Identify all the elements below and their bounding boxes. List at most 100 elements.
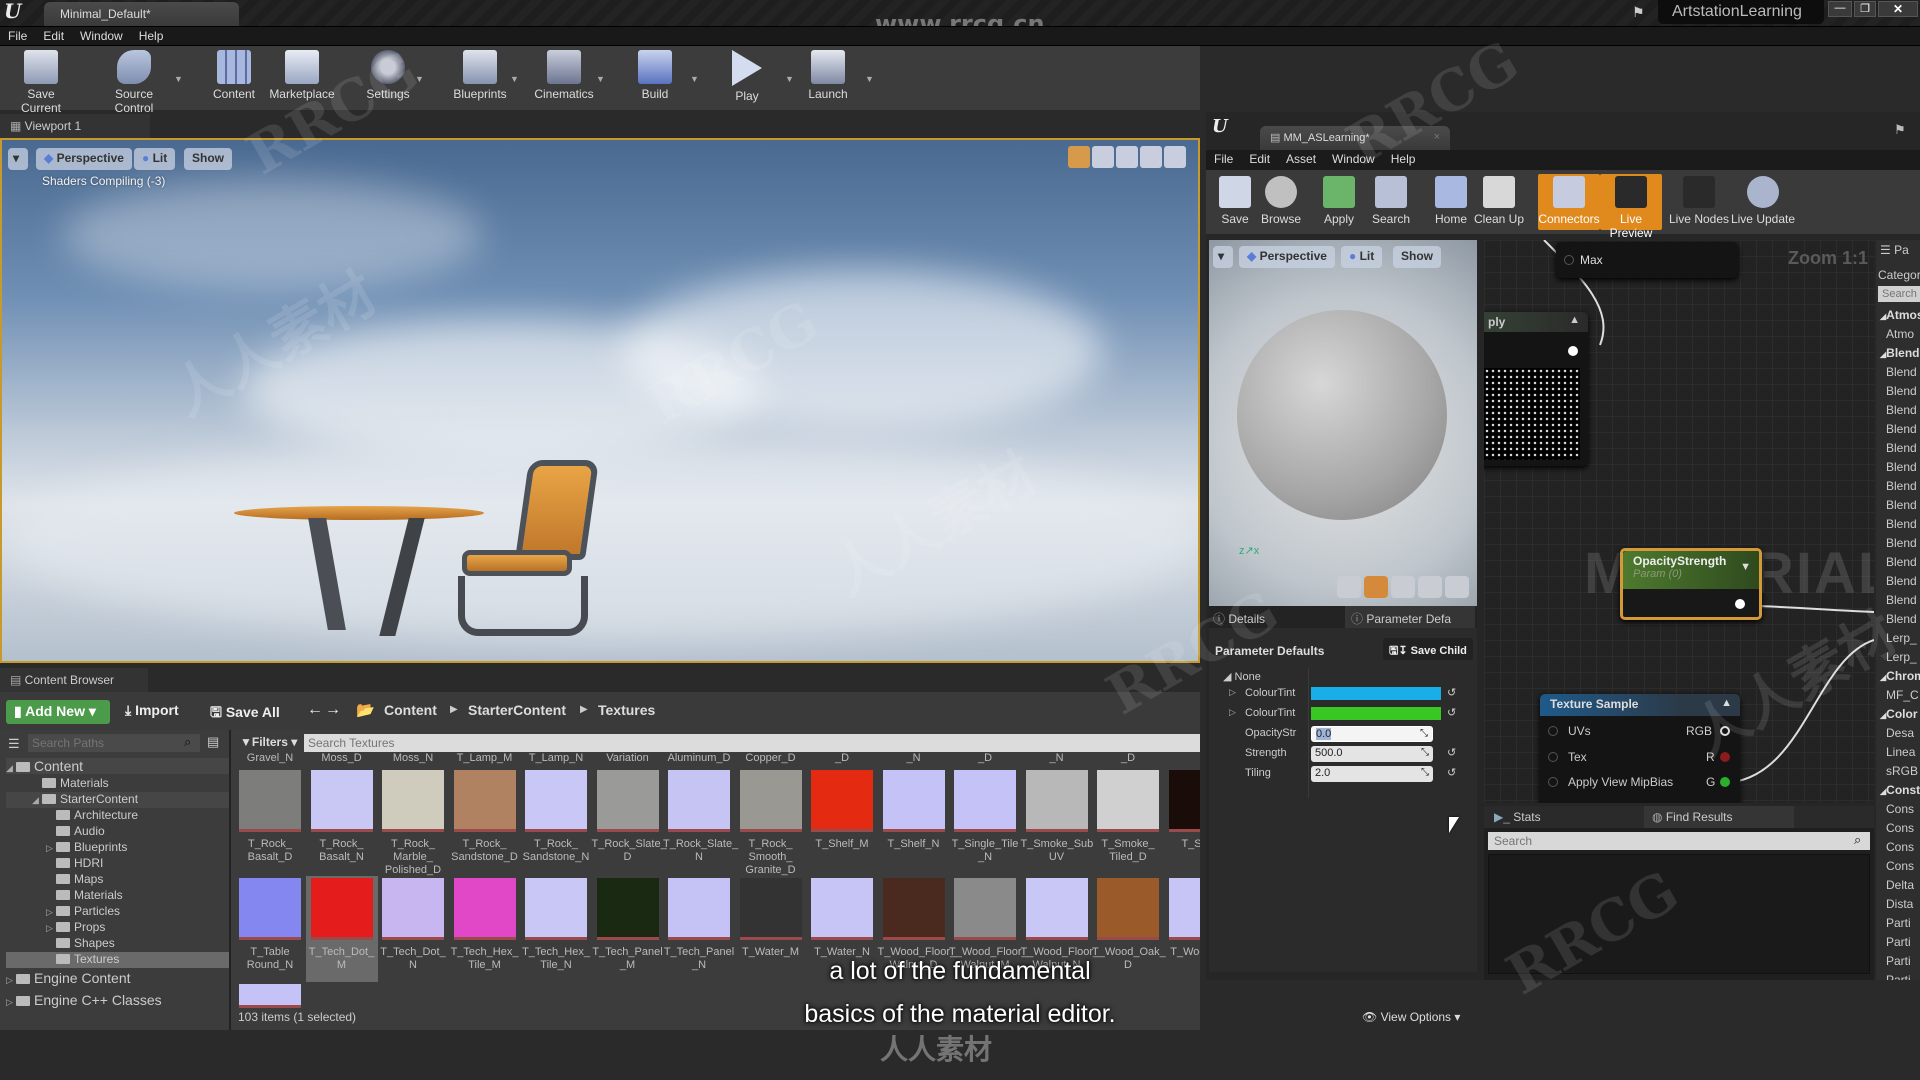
apply-button[interactable]: Apply bbox=[1312, 174, 1366, 230]
drag-handle-icon[interactable]: ⤡ bbox=[1420, 728, 1428, 739]
source-control-dropdown-icon[interactable]: ▼ bbox=[174, 74, 183, 84]
path-view-options-icon[interactable]: ▤ bbox=[207, 734, 219, 750]
breadcrumb-content[interactable]: Content bbox=[384, 702, 437, 718]
palette-item[interactable]: Blend bbox=[1886, 574, 1917, 588]
cube-shape-icon[interactable] bbox=[1418, 576, 1442, 598]
breadcrumb-textures[interactable]: Textures bbox=[598, 702, 655, 718]
collapse-icon[interactable]: ▲ bbox=[1721, 697, 1732, 709]
menu-file[interactable]: File bbox=[0, 27, 35, 45]
palette-item[interactable]: Blend bbox=[1886, 384, 1917, 398]
material-asset-tab[interactable]: ▤ MM_ASLearning* × bbox=[1260, 126, 1450, 150]
palette-item[interactable]: Blend bbox=[1886, 365, 1917, 379]
menu-help[interactable]: Help bbox=[131, 27, 172, 45]
folder-startercontent[interactable]: ◢ StarterContent bbox=[6, 792, 231, 808]
build-button[interactable]: Build bbox=[620, 50, 690, 101]
palette-item[interactable]: Blend bbox=[1886, 441, 1917, 455]
search-paths-input[interactable] bbox=[28, 734, 200, 752]
asset-tile[interactable]: T_Shelf_M bbox=[806, 768, 878, 874]
palette-item[interactable]: Blend bbox=[1886, 403, 1917, 417]
expand-icon[interactable]: ▼ bbox=[1740, 561, 1751, 573]
asset-tile[interactable]: T_Rock_ Marble_ Polished_D bbox=[377, 768, 449, 876]
output-pin-g[interactable] bbox=[1720, 777, 1730, 787]
content-browser-tab[interactable]: ▤ Content Browser bbox=[0, 668, 148, 692]
preview-show-button[interactable]: Show bbox=[1393, 246, 1441, 268]
palette-item[interactable]: Cons bbox=[1886, 859, 1914, 873]
connectors-button[interactable]: Connectors bbox=[1538, 174, 1600, 230]
palette-search-input[interactable] bbox=[1878, 286, 1920, 302]
palette-item[interactable]: Atmo bbox=[1886, 327, 1914, 341]
world-local-icon[interactable] bbox=[1140, 146, 1162, 168]
palette-item[interactable]: Blend bbox=[1886, 498, 1917, 512]
me-menu-edit[interactable]: Edit bbox=[1241, 150, 1278, 168]
palette-category[interactable]: ◢Chrom bbox=[1880, 669, 1920, 683]
tab-close-icon[interactable]: × bbox=[1434, 131, 1440, 143]
palette-item[interactable]: Delta bbox=[1886, 878, 1914, 892]
folder-architecture[interactable]: Architecture bbox=[6, 808, 231, 824]
opacity-strength-node[interactable]: OpacityStrength Param (0) ▼ bbox=[1620, 548, 1762, 620]
close-button[interactable]: ✕ bbox=[1878, 1, 1918, 17]
asset-tile[interactable]: T_Rock_ Smooth_ Granite_D bbox=[735, 768, 807, 876]
palette-item[interactable]: Lerp_ bbox=[1886, 650, 1917, 664]
palette-item[interactable]: sRGB bbox=[1886, 764, 1918, 778]
palette-item[interactable]: Blend bbox=[1886, 422, 1917, 436]
folder-props[interactable]: ▷ Props bbox=[6, 920, 231, 936]
folder-blueprints[interactable]: ▷ Blueprints bbox=[6, 840, 231, 856]
expanded-arrow-icon[interactable]: ◢ bbox=[6, 763, 16, 774]
collapsed-arrow-icon[interactable]: ▷ bbox=[46, 923, 56, 934]
palette-item[interactable]: Lerp_ bbox=[1886, 631, 1917, 645]
output-pin[interactable] bbox=[1568, 346, 1578, 356]
blueprints-dropdown-icon[interactable]: ▼ bbox=[510, 74, 519, 84]
viewport-perspective-button[interactable]: ◆ Perspective bbox=[36, 148, 132, 170]
reset-to-default-icon[interactable]: ↺ bbox=[1447, 766, 1456, 779]
folder-maps[interactable]: Maps bbox=[6, 872, 231, 888]
palette-category[interactable]: ◢Const bbox=[1880, 783, 1920, 797]
param-group-none[interactable]: ◢ None bbox=[1223, 670, 1261, 683]
asset-tile[interactable]: T_Single_Tile _N bbox=[949, 768, 1021, 874]
filters-button[interactable]: ▼Filters ▾ bbox=[240, 735, 297, 749]
me-menu-help[interactable]: Help bbox=[1383, 150, 1424, 168]
cylinder-shape-icon[interactable] bbox=[1337, 576, 1361, 598]
content-button[interactable]: Content bbox=[199, 50, 269, 101]
me-menu-window[interactable]: Window bbox=[1324, 150, 1383, 168]
settings-button[interactable]: Settings bbox=[353, 50, 423, 101]
find-results-tab[interactable]: ◍ Find Results bbox=[1644, 806, 1794, 828]
launch-dropdown-icon[interactable]: ▼ bbox=[865, 74, 874, 84]
collapsed-arrow-icon[interactable]: ▷ bbox=[46, 843, 56, 854]
restore-button[interactable]: ❐ bbox=[1854, 1, 1876, 17]
menu-window[interactable]: Window bbox=[72, 27, 131, 45]
live-update-button[interactable]: Live Update bbox=[1730, 174, 1796, 230]
material-graph[interactable]: Zoom 1:1 MATERIAL Max ply▲ OpacityStreng… bbox=[1484, 240, 1874, 803]
collapsed-arrow-icon[interactable]: ▷ bbox=[46, 907, 56, 918]
viewport-show-button[interactable]: Show bbox=[184, 148, 232, 170]
drag-handle-icon[interactable]: ⤡ bbox=[1421, 747, 1429, 758]
input-pin-uvs[interactable] bbox=[1548, 726, 1558, 736]
collapse-icon[interactable]: ▲ bbox=[1569, 314, 1580, 326]
reset-to-default-icon[interactable]: ↺ bbox=[1447, 686, 1456, 699]
me-menu-asset[interactable]: Asset bbox=[1278, 150, 1324, 168]
folder-content[interactable]: ◢ Content bbox=[6, 758, 231, 774]
asset-tile[interactable]: T_Rock_ Sandstone_N bbox=[520, 768, 592, 874]
asset-tile[interactable]: T_Rock_Slate_ D bbox=[592, 768, 667, 874]
expanded-arrow-icon[interactable]: ◢ bbox=[32, 795, 42, 806]
asset-tile[interactable]: T_Smoke_Sub UV bbox=[1021, 768, 1093, 874]
palette-item[interactable]: Linea bbox=[1886, 745, 1915, 759]
palette-item[interactable]: MF_C bbox=[1886, 688, 1919, 702]
viewport-tab[interactable]: ▦ Viewport 1 bbox=[0, 114, 150, 138]
marketplace-button[interactable]: Marketplace bbox=[266, 50, 338, 101]
launch-button[interactable]: Launch bbox=[793, 50, 863, 101]
custom-mesh-icon[interactable] bbox=[1445, 576, 1469, 598]
output-pin-rgb[interactable] bbox=[1720, 726, 1730, 736]
expand-arrow-icon[interactable]: ▷ bbox=[1229, 707, 1236, 718]
input-pin-tex[interactable] bbox=[1548, 752, 1558, 762]
preview-options-dropdown[interactable]: ▾ bbox=[1213, 246, 1233, 268]
viewport-options-dropdown[interactable]: ▾ bbox=[8, 148, 28, 170]
details-tab[interactable]: ⓘ Details bbox=[1213, 610, 1265, 627]
source-control-button[interactable]: Source Control bbox=[94, 50, 174, 115]
back-arrow-icon[interactable]: ← bbox=[307, 701, 323, 719]
build-dropdown-icon[interactable]: ▼ bbox=[690, 74, 699, 84]
palette-item[interactable]: Cons bbox=[1886, 821, 1914, 835]
expand-arrow-icon[interactable]: ▷ bbox=[1229, 687, 1236, 698]
palette-item[interactable]: Blend bbox=[1886, 460, 1917, 474]
folder-materials[interactable]: Materials bbox=[6, 888, 231, 904]
viewport-lit-button[interactable]: ● Lit bbox=[134, 148, 176, 170]
